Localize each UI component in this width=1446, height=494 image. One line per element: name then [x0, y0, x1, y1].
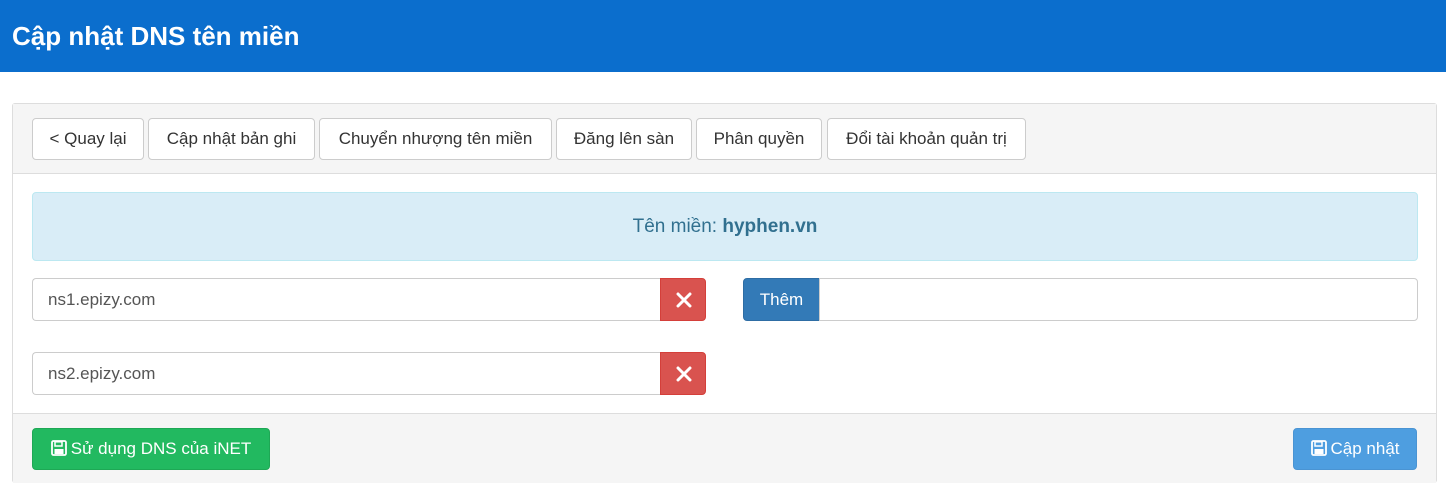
- update-button[interactable]: Cập nhật: [1293, 428, 1417, 470]
- change-admin-button[interactable]: Đổi tài khoản quản trị: [827, 118, 1026, 160]
- list-on-marketplace-button[interactable]: Đăng lên sàn: [556, 118, 692, 160]
- use-inet-dns-label: Sử dụng DNS của iNET: [70, 439, 252, 458]
- domain-info-alert: Tên miền: hyphen.vn: [32, 192, 1418, 261]
- floppy-disk-icon: [1310, 440, 1327, 456]
- page-header: Cập nhật DNS tên miền: [0, 0, 1446, 72]
- domain-label: Tên miền:: [632, 216, 723, 237]
- panel-footer: Sử dụng DNS của iNET Cập nhật: [13, 413, 1436, 483]
- transfer-domain-button[interactable]: Chuyển nhượng tên miền: [319, 118, 552, 160]
- nameserver-input-1[interactable]: [32, 278, 661, 321]
- update-records-button[interactable]: Cập nhật bản ghi: [148, 118, 315, 160]
- back-button[interactable]: < Quay lại: [32, 118, 144, 160]
- delete-nameserver-1-button[interactable]: [660, 278, 706, 321]
- update-label: Cập nhật: [1330, 439, 1400, 458]
- add-nameserver-button[interactable]: Thêm: [743, 278, 820, 321]
- delete-nameserver-2-button[interactable]: [660, 352, 706, 395]
- use-inet-dns-button[interactable]: Sử dụng DNS của iNET: [32, 428, 270, 470]
- domain-name: hyphen.vn: [722, 216, 818, 237]
- action-toolbar: < Quay lại Cập nhật bản ghi Chuyển nhượn…: [13, 104, 1436, 174]
- dns-panel: < Quay lại Cập nhật bản ghi Chuyển nhượn…: [12, 103, 1437, 483]
- nameserver-input-2[interactable]: [32, 352, 661, 395]
- new-nameserver-input[interactable]: [819, 278, 1418, 321]
- page-title: Cập nhật DNS tên miền: [12, 21, 300, 51]
- floppy-disk-icon: [50, 440, 67, 456]
- close-icon: [676, 292, 692, 308]
- close-icon: [676, 366, 692, 382]
- permission-button[interactable]: Phân quyền: [696, 118, 822, 160]
